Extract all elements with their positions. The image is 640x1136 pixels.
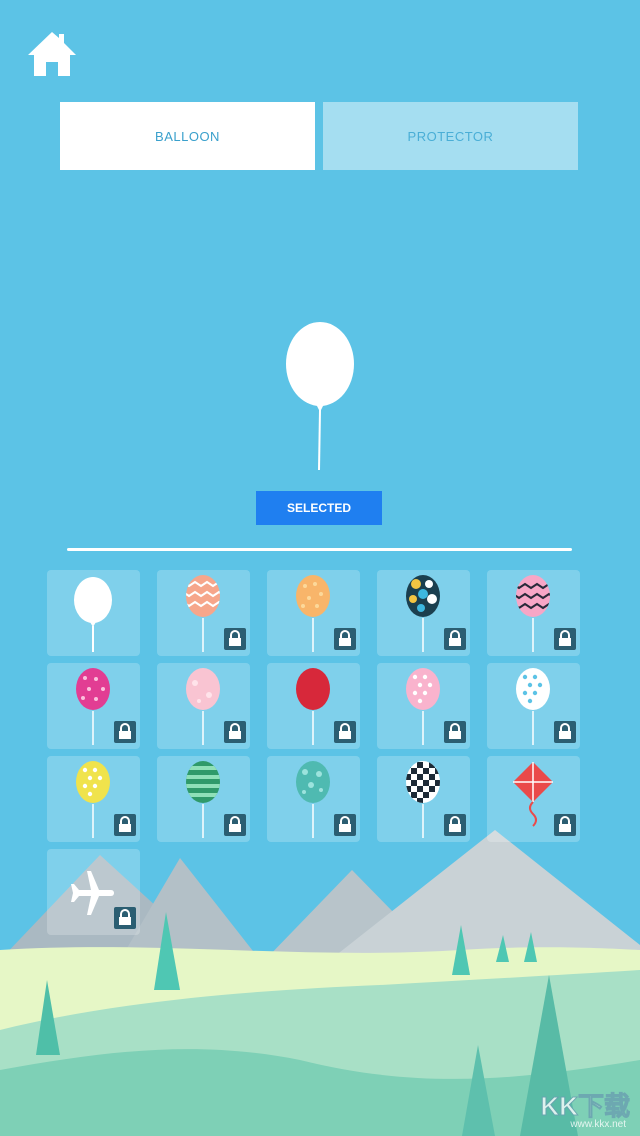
divider [67,548,572,551]
lock-icon [444,721,466,743]
lock-icon [334,721,356,743]
item-pink-polka-balloon[interactable] [377,663,470,749]
white-balloon-icon [74,577,112,652]
lock-icon [554,721,576,743]
item-yellow-polka-balloon[interactable] [47,756,140,842]
home-button[interactable] [26,28,78,80]
selected-balloon-preview [286,322,354,471]
tab-protector[interactable]: PROTECTOR [323,102,578,170]
watermark-title: KK下载 [540,1091,631,1122]
lock-icon [334,628,356,650]
lock-icon [554,814,576,836]
item-orange-dotted-balloon[interactable] [267,570,360,656]
lock-icon [224,814,246,836]
watermark: KK下载 www.kkx.net [510,1086,631,1131]
item-kite[interactable] [487,756,580,842]
item-light-pink-balloon[interactable] [157,663,250,749]
selected-button[interactable]: SELECTED [256,491,382,525]
item-pink-black-zigzag-balloon[interactable] [487,570,580,656]
item-green-striped-balloon[interactable] [157,756,250,842]
item-pink-zigzag-balloon[interactable] [157,570,250,656]
item-white-polka-balloon[interactable] [487,663,580,749]
home-icon [28,32,76,76]
lock-icon [224,628,246,650]
lock-icon [554,628,576,650]
item-multicolor-circles-balloon[interactable] [377,570,470,656]
item-white-balloon[interactable] [47,570,140,656]
lock-icon [114,721,136,743]
lock-icon [334,814,356,836]
lock-icon [444,814,466,836]
lock-icon [444,628,466,650]
item-red-balloon[interactable] [267,663,360,749]
landscape-background [0,830,640,1136]
item-airplane[interactable] [47,849,140,935]
lock-icon [114,814,136,836]
item-checkered-balloon[interactable] [377,756,470,842]
item-teal-pattern-balloon[interactable] [267,756,360,842]
watermark-url: www.kkx.net [570,1119,626,1130]
lock-icon [114,907,136,929]
item-magenta-hearts-balloon[interactable] [47,663,140,749]
tab-balloon[interactable]: BALLOON [60,102,315,170]
lock-icon [224,721,246,743]
